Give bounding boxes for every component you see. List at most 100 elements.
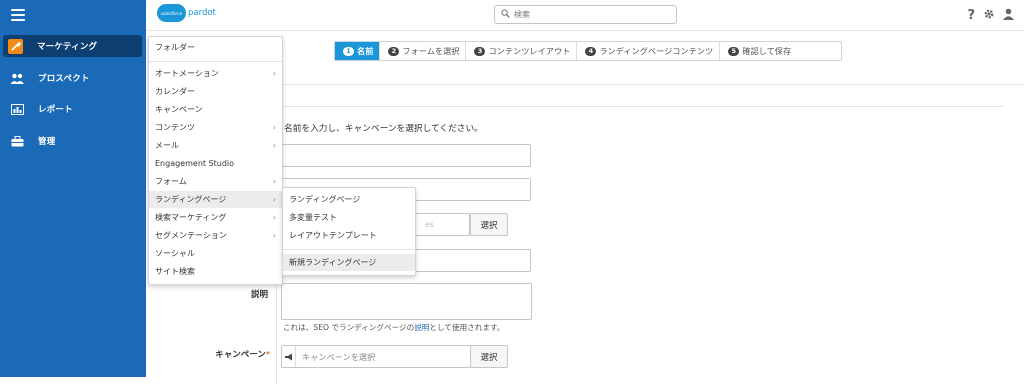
description-textarea[interactable]: [281, 283, 532, 320]
menu-item-label: Engagement Studio: [155, 159, 235, 168]
menu-item-label: 検索マーケティング: [155, 213, 227, 222]
menu-item-segmentation[interactable]: セグメンテーション ›: [149, 227, 282, 244]
menu-item-label: 多変量テスト: [289, 213, 337, 222]
chevron-right-icon: ›: [272, 141, 276, 150]
hint-prefix: これは、SEO でランディングページの: [283, 323, 415, 332]
sidebar-item-label: レポート: [38, 105, 73, 115]
landing-pages-submenu: ランディングページ 多変量テスト レイアウトテンプレート 新規ランディングページ: [282, 187, 416, 276]
sidebar-item-label: プロスペクト: [38, 74, 90, 84]
form-instruction: 名前を入力し、キャンペーンを選択してください。: [284, 124, 483, 134]
chevron-right-icon: ›: [272, 123, 276, 132]
chart-icon: [10, 103, 24, 115]
hint-suffix: として使用されます。: [429, 323, 505, 332]
menu-item-label: セグメンテーション: [155, 231, 227, 240]
sidebar-item-prospects[interactable]: プロスペクト: [0, 67, 146, 89]
menu-item-folder[interactable]: フォルダー: [149, 39, 282, 56]
hint-description-link[interactable]: 説明: [414, 323, 429, 332]
submenu-item-multivariate-test[interactable]: 多変量テスト: [283, 209, 415, 226]
search-icon: [501, 8, 510, 21]
step-label: ランディングページコンテンツ: [599, 46, 714, 56]
menu-item-automation[interactable]: オートメーション ›: [149, 65, 282, 82]
megaphone-icon: [282, 346, 296, 367]
description-label: 説明: [250, 290, 268, 300]
briefcase-icon: [10, 135, 24, 147]
menu-item-engagement-studio[interactable]: Engagement Studio: [149, 155, 282, 172]
search-placeholder: 検索: [514, 10, 530, 19]
step-number: 1: [343, 46, 354, 56]
step-number: 5: [728, 46, 740, 56]
top-icons: ?: [967, 8, 1014, 23]
wizard-step-form[interactable]: 2 フォームを選択: [380, 42, 467, 60]
name-field[interactable]: [281, 144, 531, 167]
step-number: 4: [585, 46, 597, 56]
search-input[interactable]: 検索: [494, 5, 677, 24]
menu-item-label: フォーム: [155, 177, 187, 186]
description-hint: これは、SEO でランディングページの説明として使用されます。: [283, 322, 504, 333]
wrench-icon: [8, 38, 23, 54]
gear-icon[interactable]: [983, 8, 995, 23]
menu-item-campaign[interactable]: キャンペーン: [149, 101, 282, 118]
menu-item-search-marketing[interactable]: 検索マーケティング ›: [149, 209, 282, 226]
menu-item-label: ランディングページ: [289, 195, 361, 204]
panel-divider: [276, 106, 1004, 107]
campaign-placeholder: キャンペーンを選択: [302, 351, 376, 362]
step-label: 確認して保存: [742, 46, 792, 56]
wizard-step-review[interactable]: 5 確認して保存: [720, 42, 797, 60]
menu-item-label: メール: [155, 141, 179, 150]
wizard-step-content[interactable]: 4 ランディングページコンテンツ: [577, 42, 721, 60]
menu-item-calendar[interactable]: カレンダー: [149, 83, 282, 100]
wizard-steps: 1 名前 2 フォームを選択 3 コンテンツレイアウト 4 ランディングページコ…: [334, 41, 842, 61]
menu-item-label: レイアウトテンプレート: [289, 231, 377, 240]
campaign-field[interactable]: キャンペーンを選択: [281, 345, 471, 368]
menu-item-content[interactable]: コンテンツ ›: [149, 119, 282, 136]
help-icon[interactable]: ?: [967, 8, 975, 23]
step-number: 2: [388, 46, 400, 56]
pardot-logo[interactable]: salesforce pardot: [157, 4, 216, 22]
submenu-item-layout-templates[interactable]: レイアウトテンプレート: [283, 227, 415, 244]
submenu-item-new-landing-page[interactable]: 新規ランディングページ: [283, 254, 415, 271]
step-label: コンテンツレイアウト: [488, 46, 571, 56]
sidebar-item-label: マーケティング: [37, 42, 98, 52]
menu-item-social[interactable]: ソーシャル: [149, 245, 282, 262]
required-marker: *: [265, 350, 270, 359]
menu-item-label: キャンペーン: [155, 105, 203, 114]
chevron-right-icon: ›: [272, 69, 276, 78]
menu-item-landing-pages[interactable]: ランディングページ ›: [149, 191, 282, 208]
menu-item-site-search[interactable]: サイト検索: [149, 263, 282, 280]
menu-item-email[interactable]: メール ›: [149, 137, 282, 154]
menu-item-label: ランディングページ: [155, 195, 227, 204]
menu-item-forms[interactable]: フォーム ›: [149, 173, 282, 190]
people-icon: [10, 72, 24, 84]
folder-select-button[interactable]: 選択: [470, 213, 508, 236]
step-label: 名前: [357, 46, 374, 56]
campaign-label: キャンペーン*: [200, 348, 270, 360]
submenu-item-landing-pages[interactable]: ランディングページ: [283, 191, 415, 208]
menu-item-label: フォルダー: [155, 43, 195, 52]
menu-item-label: コンテンツ: [155, 123, 195, 132]
sidebar-item-reports[interactable]: レポート: [0, 98, 146, 120]
campaign-select-button[interactable]: 選択: [470, 345, 508, 368]
menu-item-label: オートメーション: [155, 69, 219, 78]
menu-divider: [283, 249, 415, 250]
campaign-label-text: キャンペーン: [215, 350, 266, 360]
chevron-right-icon: ›: [272, 213, 276, 222]
folder-ghost-text: es: [425, 220, 434, 229]
menu-item-label: カレンダー: [155, 87, 195, 96]
sidebar-item-marketing[interactable]: マーケティング: [3, 35, 142, 57]
salesforce-cloud-logo: salesforce: [157, 4, 186, 22]
hamburger-menu-icon[interactable]: [11, 9, 25, 21]
menu-divider: [149, 61, 282, 62]
user-icon[interactable]: [1003, 8, 1014, 23]
step-number: 3: [474, 46, 486, 56]
chevron-right-icon: ›: [272, 195, 276, 204]
step-label: フォームを選択: [402, 46, 460, 56]
wizard-step-layout[interactable]: 3 コンテンツレイアウト: [466, 42, 578, 60]
chevron-right-icon: ›: [272, 231, 276, 240]
chevron-right-icon: ›: [272, 177, 276, 186]
sidebar-item-label: 管理: [38, 137, 56, 147]
logo-text: pardot: [188, 8, 216, 18]
top-bar: salesforce pardot 検索 ?: [146, 0, 1024, 31]
sidebar: マーケティング プロスペクト レポート 管理: [0, 0, 146, 377]
sidebar-item-admin[interactable]: 管理: [0, 130, 146, 152]
wizard-step-name[interactable]: 1 名前: [335, 42, 381, 60]
